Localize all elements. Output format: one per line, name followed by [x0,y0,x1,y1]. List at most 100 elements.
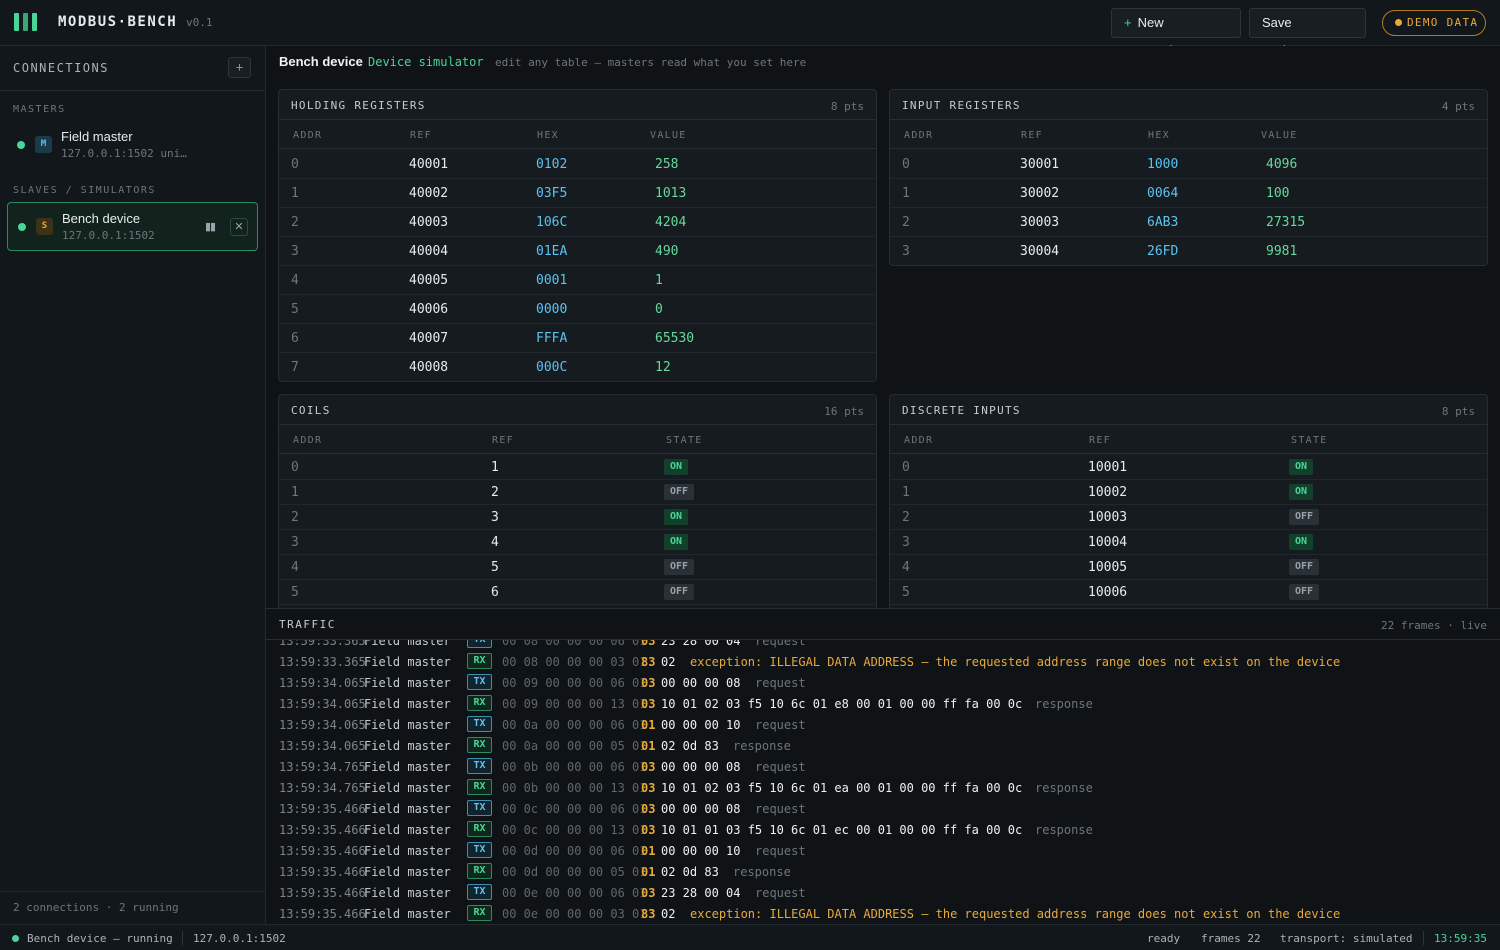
cell-hex[interactable]: FFFA [536,331,567,346]
cell-value[interactable]: 258 [655,157,678,172]
cell-hex[interactable]: 0000 [536,302,567,317]
table-row[interactable]: 5 40006 0000 0 [279,295,876,324]
cell-value[interactable]: 12 [655,360,671,375]
state-toggle[interactable]: ON [664,459,689,475]
state-toggle[interactable]: OFF [1289,559,1320,575]
panel-title: COILS [291,404,331,417]
traffic-row[interactable]: 13:59:35.466 Field master TX 00 0d 00 00 00… [266,840,1500,861]
table-row[interactable]: 0 30001 1000 4096 [890,150,1487,179]
table-row[interactable]: 3 30004 26FD 9981 [890,237,1487,265]
table-row[interactable]: 3 40004 01EA 490 [279,237,876,266]
cell-value[interactable]: 0 [655,302,663,317]
table-row[interactable]: 1 2 OFF [279,480,876,505]
cell-value[interactable]: 65530 [655,331,694,346]
table-row[interactable]: 1 30002 0064 100 [890,179,1487,208]
traffic-row[interactable]: 13:59:35.466 Field master RX 00 0c 00 00 00… [266,819,1500,840]
traffic-row[interactable]: 13:59:34.065 Field master RX 00 0a 00 00 00… [266,735,1500,756]
cell-hex[interactable]: 6AB3 [1147,215,1178,230]
connection-bench-device[interactable]: S Bench device 127.0.0.1:1502 ▮▮ ✕ [7,202,258,251]
table-row[interactable]: 4 10005 OFF [890,555,1487,580]
frame-time: 13:59:35.466 [279,886,366,900]
cell-hex[interactable]: 01EA [536,244,567,259]
traffic-row[interactable]: 13:59:35.466 Field master TX 00 0e 00 00 00… [266,882,1500,903]
frame-payload: 00 00 00 08 [661,760,741,774]
state-toggle[interactable]: ON [1289,459,1314,475]
cell-value[interactable]: 27315 [1266,215,1305,230]
cell-hex[interactable]: 000C [536,360,567,375]
state-toggle[interactable]: OFF [1289,584,1320,600]
table-row[interactable]: 4 40005 0001 1 [279,266,876,295]
traffic-row[interactable]: 13:59:33.365 Field master RX 00 08 00 00 00… [266,651,1500,672]
table-row[interactable]: 2 40003 106C 4204 [279,208,876,237]
table-row[interactable]: 4 5 OFF [279,555,876,580]
table-row[interactable]: 2 3 ON [279,505,876,530]
save-workspace-button[interactable]: Save workspace [1249,8,1366,58]
table-row[interactable]: 0 10001 ON [890,455,1487,480]
frame-connection: Field master [364,844,451,858]
table-row[interactable]: 3 10004 ON [890,530,1487,555]
cell-hex[interactable]: 0102 [536,157,567,172]
cell-value[interactable]: 100 [1266,186,1289,201]
cell-value[interactable]: 4204 [655,215,686,230]
table-row[interactable]: 0 1 ON [279,455,876,480]
table-row[interactable]: 0 40001 0102 258 [279,150,876,179]
frame-payload: 10 01 01 03 f5 10 6c 01 ec 00 01 00 00 f… [661,823,1023,837]
cell-value[interactable]: 4096 [1266,157,1297,172]
column-header: ADDR [293,435,323,446]
table-row[interactable]: 7 40008 000C 12 [279,353,876,381]
traffic-row[interactable]: 13:59:35.466 Field master RX 00 0d 00 00 00… [266,861,1500,882]
traffic-row[interactable]: 13:59:35.466 Field master RX 00 0e 00 00 00… [266,903,1500,924]
cell-hex[interactable]: 26FD [1147,244,1178,259]
traffic-row[interactable]: 13:59:35.466 Field master TX 00 0c 00 00 00… [266,798,1500,819]
cell-hex[interactable]: 106C [536,215,567,230]
state-toggle[interactable]: OFF [1289,509,1320,525]
state-toggle[interactable]: ON [1289,484,1314,500]
cell-addr: 1 [902,186,910,201]
cell-addr: 6 [291,331,299,346]
cell-value[interactable]: 490 [655,244,678,259]
state-toggle[interactable]: OFF [664,559,695,575]
state-toggle[interactable]: OFF [664,484,695,500]
cell-hex[interactable]: 0064 [1147,186,1178,201]
table-row[interactable]: 1 10002 ON [890,480,1487,505]
function-code: 03 [641,760,656,774]
table-row[interactable]: 2 30003 6AB3 27315 [890,208,1487,237]
direction-badge: TX [467,758,492,774]
table-row[interactable]: 2 10003 OFF [890,505,1487,530]
direction-badge: TX [467,640,492,648]
direction-badge: TX [467,842,492,858]
state-toggle[interactable]: OFF [664,584,695,600]
table-row[interactable]: 6 40007 FFFA 65530 [279,324,876,353]
connection-field-master[interactable]: M Field master 127.0.0.1:1502 uni… [7,121,258,170]
function-code: 83 [641,655,656,669]
traffic-row[interactable]: 13:59:34.765 Field master RX 00 0b 00 00 00… [266,777,1500,798]
add-connection-button[interactable]: + [228,57,251,78]
table-row[interactable]: 1 40002 03F5 1013 [279,179,876,208]
cell-hex[interactable]: 1000 [1147,157,1178,172]
traffic-log[interactable]: 13:59:33.365Field masterTX00 08 00 00 00… [266,640,1500,925]
traffic-row[interactable]: 13:59:34.065 Field master RX 00 09 00 00 00… [266,693,1500,714]
cell-value[interactable]: 1013 [655,186,686,201]
traffic-row[interactable]: 13:59:34.065 Field master TX 00 0a 00 00 00… [266,714,1500,735]
traffic-row[interactable]: 13:59:33.365Field master TX 00 08 00 00 00… [266,640,1500,651]
table-row[interactable]: 3 4 ON [279,530,876,555]
cell-hex[interactable]: 03F5 [536,186,567,201]
cell-ref: 40004 [409,244,449,259]
traffic-row[interactable]: 13:59:34.065 Field master TX 00 09 00 00 00… [266,672,1500,693]
cell-hex[interactable]: 0001 [536,273,567,288]
connection-address: 127.0.0.1:1502 uni… [61,147,187,160]
state-toggle[interactable]: ON [1289,534,1314,550]
table-row[interactable]: 5 6 OFF [279,580,876,605]
cell-value[interactable]: 1 [655,273,663,288]
pause-icon[interactable]: ▮▮ [205,220,216,233]
state-toggle[interactable]: ON [664,534,689,550]
close-icon[interactable]: ✕ [230,218,248,236]
cell-value[interactable]: 9981 [1266,244,1297,259]
traffic-row[interactable]: 13:59:34.765 Field master TX 00 0b 00 00 00… [266,756,1500,777]
state-toggle[interactable]: ON [664,509,689,525]
function-code: 03 [641,781,656,795]
new-connection-button[interactable]: +New connection [1111,8,1241,58]
device-workspace: Bench device Device simulator edit any t… [266,46,1500,608]
master-badge: M [35,136,52,153]
table-row[interactable]: 5 10006 OFF [890,580,1487,605]
